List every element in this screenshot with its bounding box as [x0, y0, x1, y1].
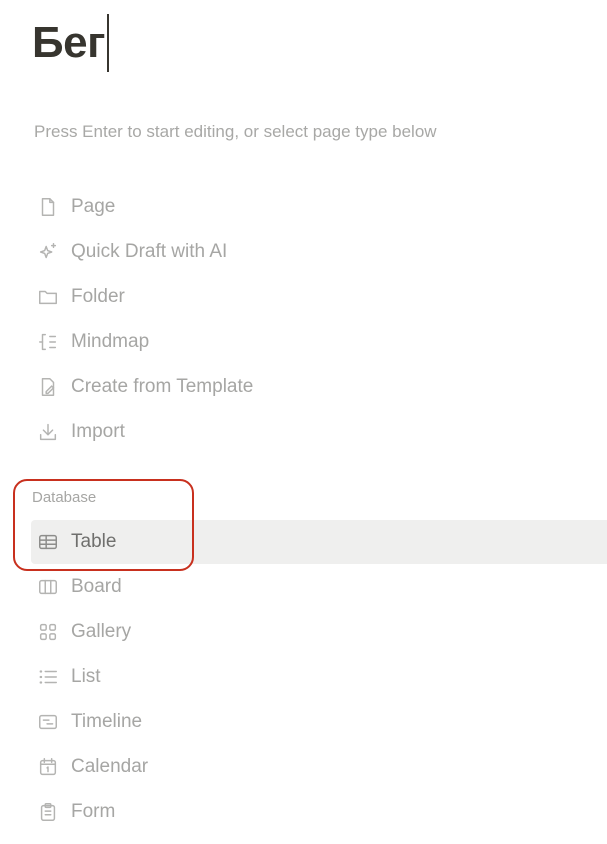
menu-item-template[interactable]: Create from Template	[31, 365, 607, 409]
menu-item-label: Import	[71, 421, 125, 442]
board-icon	[36, 575, 60, 599]
form-icon	[36, 800, 60, 824]
menu-item-label: Gallery	[71, 621, 132, 642]
menu-item-label: Quick Draft with AI	[71, 241, 228, 262]
menu-item-label: Board	[71, 576, 122, 597]
menu-item-label: Create from Template	[71, 376, 254, 397]
table-icon	[36, 530, 60, 554]
menu-item-import[interactable]: Import	[31, 410, 607, 454]
menu-item-label: Mindmap	[71, 331, 150, 352]
editing-hint: Press Enter to start editing, or select …	[34, 122, 437, 141]
menu-item-quick-draft[interactable]: Quick Draft with AI	[31, 230, 607, 274]
page-title[interactable]: Бег	[32, 14, 105, 72]
menu-item-timeline[interactable]: Timeline	[31, 700, 607, 744]
menu-item-label: Calendar	[71, 756, 149, 777]
menu-item-calendar[interactable]: Calendar	[31, 745, 607, 789]
menu-item-mindmap[interactable]: Mindmap	[31, 320, 607, 364]
menu-item-label: Form	[71, 801, 116, 822]
menu-item-gallery[interactable]: Gallery	[31, 610, 607, 654]
menu-item-label: Folder	[71, 286, 125, 307]
menu-item-table[interactable]: Table	[31, 520, 607, 564]
menu-item-label: Table	[71, 531, 117, 552]
menu-item-folder[interactable]: Folder	[31, 275, 607, 319]
import-icon	[36, 420, 60, 444]
page-icon	[36, 195, 60, 219]
page-title-field[interactable]: Бег	[32, 14, 109, 72]
new-page-editor: Бег Press Enter to start editing, or sel…	[0, 0, 607, 844]
timeline-icon	[36, 710, 60, 734]
template-icon	[36, 375, 60, 399]
text-caret	[106, 14, 109, 72]
menu-item-label: Page	[71, 196, 116, 217]
gallery-icon	[36, 620, 60, 644]
menu-item-board[interactable]: Board	[31, 565, 607, 609]
menu-item-label: List	[71, 666, 101, 687]
sparkle-icon	[36, 240, 60, 264]
list-icon	[36, 665, 60, 689]
menu-item-list[interactable]: List	[31, 655, 607, 699]
folder-icon	[36, 285, 60, 309]
mindmap-icon	[36, 330, 60, 354]
menu-item-form[interactable]: Form	[31, 790, 607, 834]
database-section-label: Database	[32, 489, 97, 506]
calendar-icon	[36, 755, 60, 779]
menu-item-label: Timeline	[71, 711, 143, 732]
menu-item-page[interactable]: Page	[31, 185, 607, 229]
